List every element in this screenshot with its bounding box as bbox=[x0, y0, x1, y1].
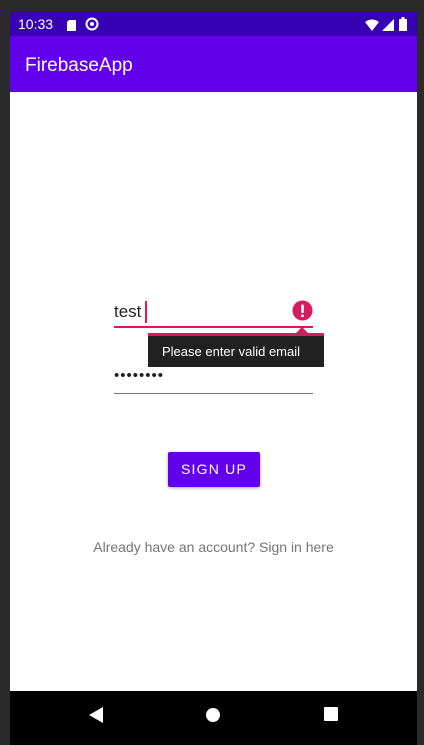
error-icon bbox=[292, 300, 313, 321]
wifi-icon bbox=[365, 18, 379, 31]
do-not-disturb-icon bbox=[85, 17, 99, 31]
navigation-bar bbox=[10, 691, 417, 745]
email-error-text: Please enter valid email bbox=[162, 344, 301, 359]
email-underline bbox=[114, 326, 313, 328]
email-input-value[interactable]: test bbox=[114, 302, 141, 322]
phone-screen: 10:33 FirebaseApp test Please enter vali… bbox=[10, 11, 417, 745]
signup-form: test Please enter valid email •••••••• S bbox=[10, 92, 417, 691]
app-bar: FirebaseApp bbox=[10, 36, 417, 92]
password-underline bbox=[114, 393, 313, 394]
signin-link[interactable]: Already have an account? Sign in here bbox=[10, 539, 417, 555]
app-title: FirebaseApp bbox=[25, 55, 133, 76]
back-icon[interactable] bbox=[88, 706, 104, 724]
status-bar: 10:33 bbox=[10, 11, 417, 36]
email-field[interactable]: test bbox=[114, 299, 313, 329]
recents-icon[interactable] bbox=[324, 707, 338, 721]
error-popup-body: Please enter valid email bbox=[148, 336, 324, 367]
sd-card-icon bbox=[67, 18, 76, 31]
password-field[interactable]: •••••••• bbox=[114, 367, 313, 395]
email-error-popup: Please enter valid email bbox=[148, 327, 324, 367]
signal-icon bbox=[382, 18, 394, 31]
battery-icon bbox=[399, 17, 407, 31]
status-time: 10:33 bbox=[18, 16, 54, 32]
home-icon[interactable] bbox=[205, 707, 221, 723]
signup-button[interactable]: SIGN UP bbox=[168, 452, 260, 487]
text-cursor bbox=[145, 301, 147, 323]
password-input-value[interactable]: •••••••• bbox=[114, 367, 164, 384]
